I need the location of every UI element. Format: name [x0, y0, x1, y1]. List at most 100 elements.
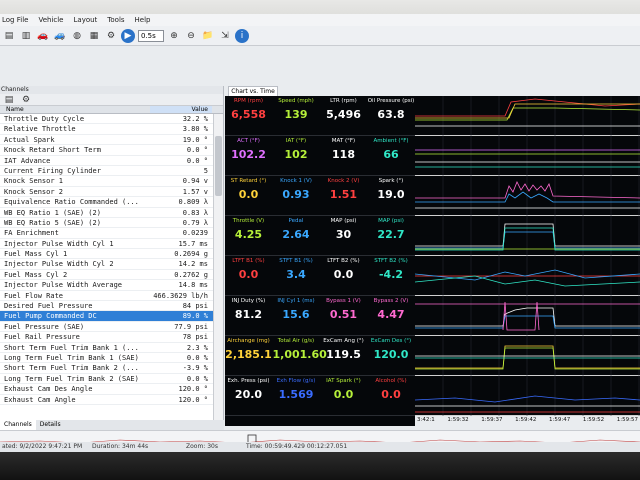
table-row[interactable]: Fuel Pump Commanded DC 89.0 %	[0, 311, 223, 322]
gauge-value: 15.6	[282, 308, 310, 321]
table-row[interactable]: Knock Sensor 2 1.57 v	[0, 187, 223, 198]
export-icon[interactable]: ⇲	[218, 29, 232, 43]
gauge-cell[interactable]: Throttle (V) 4.25	[225, 216, 272, 256]
table-row[interactable]: WB EQ Ratio 5 (SAE) (2) 0.79 λ	[0, 218, 223, 229]
menu-vehicle[interactable]: Vehicle	[38, 16, 63, 24]
trace-plot[interactable]	[415, 256, 640, 296]
menu-layout[interactable]: Layout	[74, 16, 98, 24]
gauge-cell[interactable]: IAT (°F) 102	[273, 136, 320, 176]
gauge-cell[interactable]: Spark (°) 19.0	[368, 176, 415, 216]
table-row[interactable]: Fuel Mass Cyl 1 0.2694 g	[0, 249, 223, 260]
open-icon[interactable]: ▤	[2, 29, 16, 43]
car-icon[interactable]: 🚗	[36, 29, 50, 43]
table-row[interactable]: Relative Throttle 3.80 %	[0, 124, 223, 135]
gauge-cell[interactable]: Pedal 2.64	[273, 216, 320, 256]
gauge-cell[interactable]: Oil Pressure (psi) 63.8	[368, 96, 415, 136]
car-connect-icon[interactable]: 🚙	[53, 29, 67, 43]
gauge-cell[interactable]: ExCam Ang (°) 119.5	[320, 336, 367, 376]
table-row[interactable]: Desired Fuel Pressure 84 psi	[0, 301, 223, 312]
table-row[interactable]: Injector Pulse Width Average 14.8 ms	[0, 280, 223, 291]
table-row[interactable]: Throttle Duty Cycle 32.2 %	[0, 114, 223, 125]
gauge-cell[interactable]: ST Retard (°) 0.0	[225, 176, 272, 216]
table-row[interactable]: IAT Advance 0.0 °	[0, 156, 223, 166]
column-name[interactable]: Name	[0, 106, 150, 113]
gauge-cell[interactable]: Alcohol (%) 0.0	[368, 376, 415, 416]
gauge-cell[interactable]: MAT (°F) 118	[320, 136, 367, 176]
tab-channels[interactable]: Channels	[0, 420, 36, 430]
table-row[interactable]: WB EQ Ratio 1 (SAE) (2) 0.83 λ	[0, 208, 223, 218]
menu-log-file[interactable]: Log File	[2, 16, 28, 24]
table-row[interactable]: Exhaust Cam Angle 120.0 °	[0, 395, 223, 405]
channel-value: 14.2 ms	[178, 260, 208, 269]
settings-icon[interactable]: ⚙	[104, 29, 118, 43]
table-row[interactable]: Knock Retard Short Term 0.0 °	[0, 145, 223, 156]
gauge-cell[interactable]: INJ Cyl 1 (ms) 15.6	[273, 296, 320, 336]
trace-plot[interactable]	[415, 376, 640, 416]
menu-help[interactable]: Help	[135, 16, 151, 24]
gauge-cell[interactable]: LTR (rpm) 5,496	[320, 96, 367, 136]
gauge-cell[interactable]: INJ Duty (%) 81.2	[225, 296, 272, 336]
table-row[interactable]: Short Term Fuel Trim Bank 2 (... -3.9 %	[0, 363, 223, 374]
gauge-cell[interactable]: Knock 2 (V) 1.51	[320, 176, 367, 216]
table-row[interactable]: Fuel Flow Rate 466.3629 lb/h	[0, 291, 223, 302]
overview-timeline[interactable]	[0, 430, 640, 446]
scrollbar-thumb[interactable]	[215, 136, 222, 196]
table-row[interactable]: Fuel Rail Pressure 78 psi	[0, 332, 223, 343]
table-row[interactable]: Fuel Mass Cyl 2 0.2762 g	[0, 270, 223, 281]
folder-icon[interactable]: 📁	[201, 29, 215, 43]
settings-icon[interactable]: ⚙	[19, 93, 33, 107]
table-row[interactable]: Equivalence Ratio Commanded (... 0.809 λ	[0, 197, 223, 208]
column-value[interactable]: Value	[150, 106, 212, 113]
filter-icon[interactable]: ▤	[2, 93, 16, 107]
info-icon[interactable]: i	[235, 28, 249, 43]
play-icon[interactable]: ▶	[121, 28, 135, 43]
table-row[interactable]: FA Enrichment 0.0239	[0, 228, 223, 239]
gauge-cell[interactable]: ACT (°F) 102.2	[225, 136, 272, 176]
channel-value: 5	[203, 166, 208, 175]
gauge-cell[interactable]: STFT B1 (%) 3.4	[273, 256, 320, 296]
menu-tools[interactable]: Tools	[107, 16, 124, 24]
gauge-cell[interactable]: Bypass 1 (V) 0.51	[320, 296, 367, 336]
trace-plot[interactable]	[415, 96, 640, 136]
gauge-cell[interactable]: LTFT B2 (%) 0.0	[320, 256, 367, 296]
table-row[interactable]: Long Term Fuel Trim Bank 2 (SAE) 0.0 %	[0, 374, 223, 385]
gauge-icon[interactable]: ◍	[70, 29, 84, 43]
scrollbar[interactable]	[213, 114, 223, 420]
trace-plot[interactable]	[415, 296, 640, 336]
trace-plot[interactable]	[415, 136, 640, 176]
table-row[interactable]: Long Term Fuel Trim Bank 1 (SAE) 0.0 %	[0, 353, 223, 364]
save-icon[interactable]: ▥	[19, 29, 33, 43]
table-row[interactable]: Knock Sensor 1 0.94 v	[0, 176, 223, 187]
trace-plot[interactable]	[415, 176, 640, 216]
zoom-in-icon[interactable]: ⊕	[167, 29, 181, 43]
gauge-cell[interactable]: IAT Spark (°) 0.0	[320, 376, 367, 416]
tab-chart-vs-time[interactable]: Chart vs. Time	[228, 86, 278, 96]
gauge-cell[interactable]: Bypass 2 (V) 4.47	[368, 296, 415, 336]
trace-plot[interactable]	[415, 216, 640, 256]
table-row[interactable]: Actual Spark 19.0 °	[0, 135, 223, 146]
zoom-out-icon[interactable]: ⊖	[184, 29, 198, 43]
gauge-cell[interactable]: RPM (rpm) 6,558	[225, 96, 272, 136]
table-row[interactable]: Short Term Fuel Trim Bank 1 (... 2.3 %	[0, 343, 223, 353]
table-row[interactable]: Injector Pulse Width Cyl 1 15.7 ms	[0, 239, 223, 250]
table-row[interactable]: Exhaust Cam Des Angle 120.0 °	[0, 384, 223, 395]
table-row[interactable]: Fuel Pressure (SAE) 77.9 psi	[0, 322, 223, 333]
table-row[interactable]: Current Firing Cylinder 5	[0, 166, 223, 177]
gauge-cell[interactable]: STFT B2 (%) -4.2	[368, 256, 415, 296]
grid-icon[interactable]: ▦	[87, 29, 101, 43]
gauge-cell[interactable]: Speed (mph) 139	[273, 96, 320, 136]
gauge-cell[interactable]: MAP (psi) 22.7	[368, 216, 415, 256]
gauge-cell[interactable]: MAP (psi) 30	[320, 216, 367, 256]
gauge-cell[interactable]: ExCam Des (°) 120.0	[368, 336, 415, 376]
gauge-cell[interactable]: Exh. Press (psi) 20.0	[225, 376, 272, 416]
gauge-cell[interactable]: Total Air (g/s) 1,001.60	[273, 336, 327, 376]
gauge-cell[interactable]: Ambient (°F) 66	[368, 136, 415, 176]
gauge-cell[interactable]: LTFT B1 (%) 0.0	[225, 256, 272, 296]
trace-plot[interactable]	[415, 336, 640, 376]
table-row[interactable]: Injector Pulse Width Cyl 2 14.2 ms	[0, 259, 223, 270]
gauge-cell[interactable]: Airchange (mg) 2,185.1	[225, 336, 272, 376]
gauge-cell[interactable]: Knock 1 (V) 0.93	[273, 176, 320, 216]
gauge-cell[interactable]: Exh Flow (g/s) 1.569	[273, 376, 320, 416]
tab-details[interactable]: Details	[36, 420, 65, 430]
playback-speed-select[interactable]: 0.5s	[138, 29, 164, 42]
